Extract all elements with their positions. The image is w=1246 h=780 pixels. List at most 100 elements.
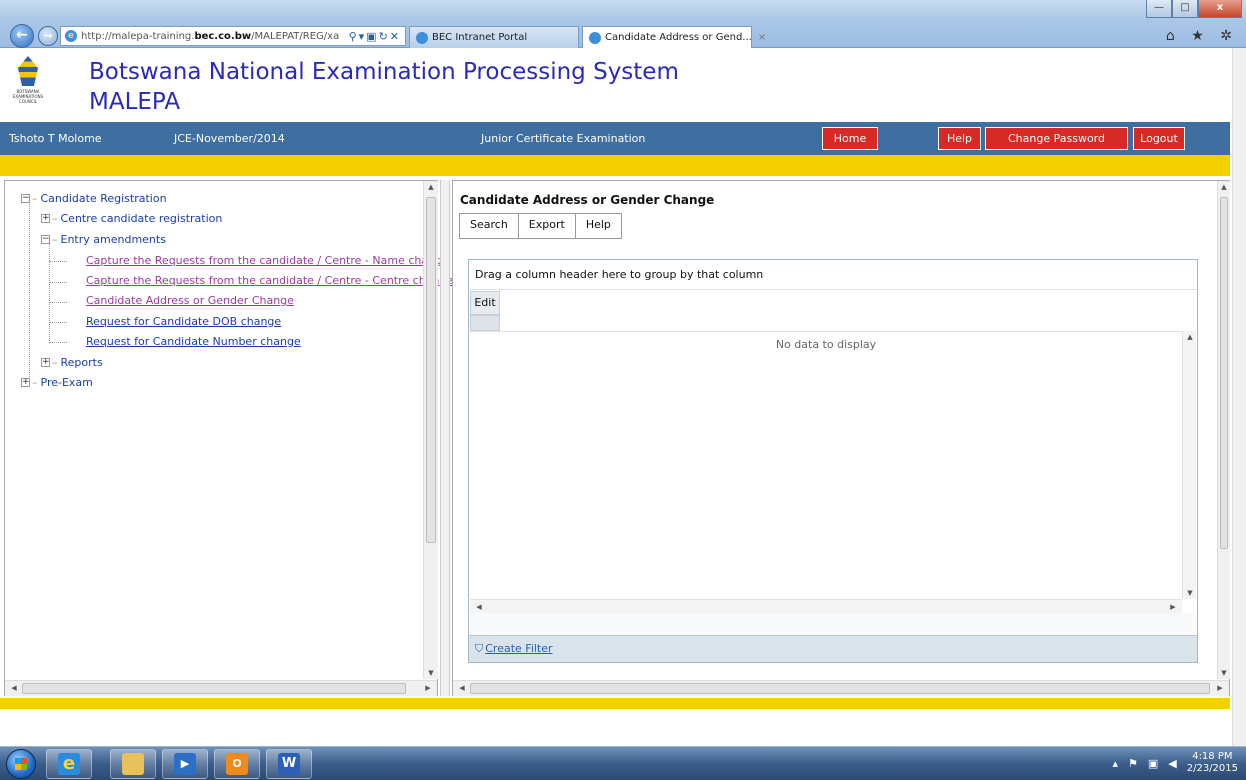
collapse-toggle-icon[interactable]: − [21, 194, 30, 203]
create-filter-link[interactable]: Create Filter [485, 642, 552, 655]
taskbar-word[interactable]: W [266, 749, 312, 779]
change-password-button[interactable]: Change Password [985, 127, 1128, 150]
tree-guide [49, 302, 67, 303]
scroll-down-icon[interactable]: ▼ [424, 669, 438, 677]
tree-link-label[interactable]: Candidate Address or Gender Change [86, 294, 294, 307]
grid-vertical-scrollbar[interactable]: ▲ ▼ [1182, 331, 1196, 599]
scrollbar-thumb[interactable] [22, 683, 406, 694]
empty-message: No data to display [775, 338, 877, 351]
tree-vertical-scrollbar[interactable]: ▲ ▼ [423, 181, 438, 679]
scrollbar-thumb[interactable] [1220, 197, 1228, 549]
tree-link-label[interactable]: Capture the Requests from the candidate … [86, 254, 449, 267]
tab-bec-intranet[interactable]: BEC Intranet Portal [409, 26, 579, 48]
accent-bar [0, 155, 1230, 176]
browser-tools-icons[interactable]: ⌂ ★ ✲ [1166, 28, 1238, 44]
tree-item-label: Candidate Registration [40, 192, 167, 205]
start-button[interactable] [6, 749, 36, 779]
back-button[interactable]: ← [10, 24, 34, 48]
tree-guide [49, 322, 67, 323]
address-bar[interactable]: e http://malepa-training.bec.co.bw/MALEP… [60, 26, 406, 46]
scrollbar-thumb[interactable] [470, 683, 1210, 694]
taskbar-media-player[interactable]: ▶ [162, 749, 208, 779]
grid-horizontal-scrollbar[interactable]: ◀ ▶ [470, 599, 1182, 613]
scroll-left-icon[interactable]: ◀ [455, 684, 469, 692]
tree-link-label[interactable]: Capture the Requests from the candidate … [86, 274, 453, 287]
scrollbar-thumb[interactable] [426, 197, 436, 543]
toolbar-help-button[interactable]: Help [575, 214, 621, 238]
help-button[interactable]: Help [938, 127, 981, 150]
tree-link-address-gender-change[interactable]: Candidate Address or Gender Change [86, 294, 294, 307]
grid-footer [470, 613, 1196, 635]
scroll-down-icon[interactable]: ▼ [1218, 669, 1230, 677]
page-title: Candidate Address or Gender Change [460, 193, 715, 207]
expand-toggle-icon[interactable]: + [41, 214, 50, 223]
tree-item-centre-registration[interactable]: + – Centre candidate registration [41, 212, 222, 225]
content-horizontal-scrollbar[interactable]: ◀ ▶ [453, 680, 1229, 696]
system-clock[interactable]: 4:18 PM 2/23/2015 [1187, 751, 1238, 775]
logo-mark-icon [18, 56, 38, 86]
volume-icon[interactable]: ◀ [1168, 757, 1176, 770]
expand-toggle-icon[interactable]: + [41, 358, 50, 367]
tree-link-dob-change[interactable]: Request for Candidate DOB change [86, 315, 281, 328]
data-grid: Drag a column header here to group by th… [468, 259, 1198, 663]
logout-button[interactable]: Logout [1133, 127, 1185, 150]
filter-icon[interactable]: ⛉ [475, 642, 483, 655]
pane-splitter[interactable] [440, 180, 450, 696]
taskbar-internet-explorer[interactable]: e [46, 749, 92, 779]
tree-item-candidate-registration[interactable]: − – Candidate Registration [21, 192, 167, 205]
action-center-icon[interactable]: ⚑ [1128, 757, 1138, 770]
site-icon: e [65, 30, 77, 42]
forward-button[interactable]: → [38, 26, 58, 46]
home-button[interactable]: Home [822, 127, 878, 150]
scroll-left-icon[interactable]: ◀ [7, 684, 21, 692]
column-filter-cell[interactable] [470, 315, 500, 331]
scroll-left-icon[interactable]: ◀ [472, 603, 486, 611]
clock-time: 4:18 PM [1192, 751, 1233, 762]
scroll-right-icon[interactable]: ▶ [1213, 684, 1227, 692]
tree-link-number-change[interactable]: Request for Candidate Number change [86, 335, 301, 348]
windows-taskbar: e ▶ O W ▴ ⚑ ▣ ◀ 4:18 PM 2/23/2015 [0, 746, 1246, 780]
user-info-bar: Tshoto T Molome JCE-November/2014 Junior… [0, 122, 1230, 155]
column-header-edit[interactable]: Edit [470, 291, 500, 315]
scroll-up-icon[interactable]: ▲ [1218, 183, 1230, 191]
group-by-panel[interactable]: Drag a column header here to group by th… [469, 260, 1197, 290]
scroll-down-icon[interactable]: ▼ [1183, 589, 1197, 597]
show-hidden-icons-icon[interactable]: ▴ [1112, 757, 1118, 770]
tree-item-reports[interactable]: + – Reports [41, 356, 103, 369]
clock-date: 2/23/2015 [1186, 763, 1238, 774]
tree-item-pre-exam[interactable]: + – Pre-Exam [21, 376, 93, 389]
tree-item-entry-amendments[interactable]: − – Entry amendments [41, 233, 166, 246]
app-title: Botswana National Examination Processing… [89, 57, 679, 117]
taskbar-outlook[interactable]: O [214, 749, 260, 779]
content-vertical-scrollbar[interactable]: ▲ ▼ [1217, 181, 1230, 679]
tab-label: Candidate Address or Gend... [605, 32, 752, 43]
expand-toggle-icon[interactable]: + [21, 378, 30, 387]
export-button[interactable]: Export [518, 214, 576, 238]
tree-link-label[interactable]: Request for Candidate Number change [86, 335, 301, 348]
tree-link-centre-change[interactable]: Capture the Requests from the candidate … [86, 274, 453, 287]
collapse-toggle-icon[interactable]: − [41, 235, 50, 244]
tree-guide [49, 282, 67, 283]
tab-close-icon[interactable]: × [758, 32, 766, 43]
tree-link-name-change[interactable]: Capture the Requests from the candidate … [86, 254, 449, 267]
scroll-up-icon[interactable]: ▲ [1183, 333, 1197, 341]
page-vertical-scrollbar[interactable] [1232, 48, 1246, 746]
maximize-button[interactable]: □ [1172, 0, 1198, 18]
scroll-right-icon[interactable]: ▶ [1166, 603, 1180, 611]
address-url[interactable]: http://malepa-training.bec.co.bw/MALEPAT… [81, 31, 345, 42]
address-tools-icon[interactable]: ⚲▾▣↻✕ [345, 30, 405, 43]
tab-candidate-address[interactable]: Candidate Address or Gend... × [582, 26, 766, 48]
window-controls: — □ x [1146, 0, 1242, 18]
internet-explorer-icon: e [58, 753, 80, 775]
close-window-button[interactable]: x [1198, 0, 1242, 18]
outlook-icon: O [226, 753, 248, 775]
media-player-icon: ▶ [174, 753, 196, 775]
search-button[interactable]: Search [460, 214, 519, 238]
scroll-up-icon[interactable]: ▲ [424, 183, 438, 191]
minimize-button[interactable]: — [1146, 0, 1172, 18]
tree-link-label[interactable]: Request for Candidate DOB change [86, 315, 281, 328]
tree-horizontal-scrollbar[interactable]: ◀ ▶ [5, 680, 437, 696]
taskbar-file-explorer[interactable] [110, 749, 156, 779]
network-icon[interactable]: ▣ [1148, 757, 1158, 770]
scroll-right-icon[interactable]: ▶ [421, 684, 435, 692]
